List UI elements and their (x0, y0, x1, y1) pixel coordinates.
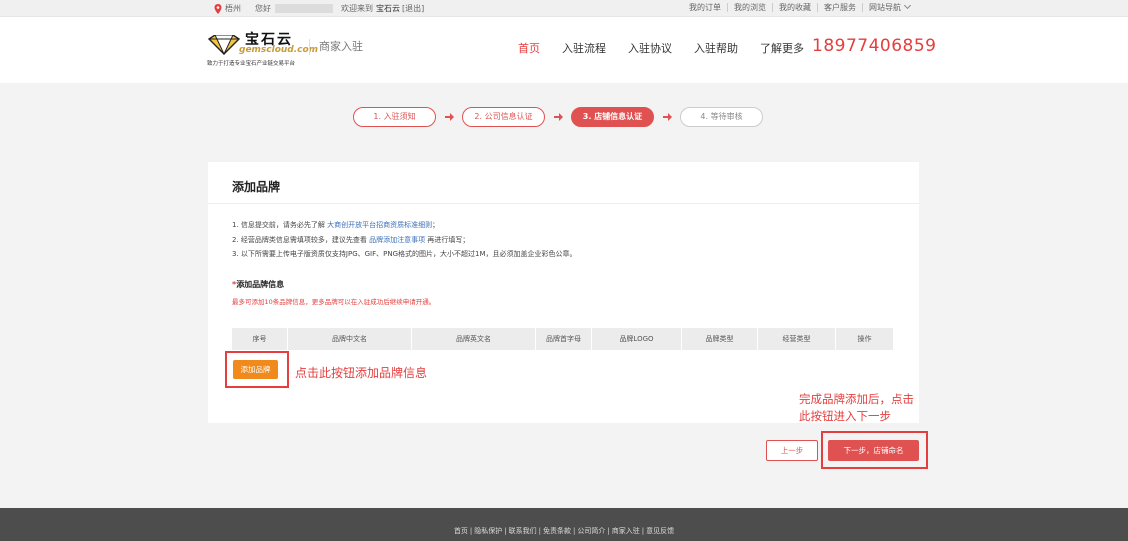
annotation-next-line1: 完成品牌添加后，点击 (799, 392, 914, 406)
footer-link-feedback[interactable]: 意见反馈 (646, 527, 674, 535)
username-blurred (275, 4, 333, 13)
step-2: 2. 公司信息认证 (462, 107, 545, 127)
header: 宝石云 gemscloud.com 致力于打造专业宝石产业链交易平台 商家入驻 … (0, 17, 1128, 83)
top-bar-left: 梧州 您好 欢迎来到 宝石云 [退出] (214, 3, 424, 14)
step-3-current: 3. 店铺信息认证 (571, 107, 654, 127)
note-1: 1. 信息提交前，请务必先了解 大商创开放平台招商资质标准细则； (232, 218, 577, 233)
divider (208, 203, 919, 204)
footer: 首页 | 隐私保护 | 联系我们 | 免责条款 | 公司简介 | 商家入驻 | 意见反馈 (0, 508, 1128, 541)
prev-step-button[interactable]: 上一步 (766, 440, 818, 461)
nav-help[interactable]: 入驻帮助 (694, 40, 738, 56)
note-3: 3. 以下所需要上传电子版资质仅支持JPG、GIF、PNG格式的图片，大小不超过… (232, 250, 577, 258)
main-nav: 首页 入驻流程 入驻协议 入驻帮助 了解更多 (518, 40, 826, 56)
site-logo[interactable]: 宝石云 gemscloud.com 致力于打造专业宝石产业链交易平台 (207, 29, 318, 71)
brand-form-card: 添加品牌 1. 信息提交前，请务必先了解 大商创开放平台招商资质标准细则； 2.… (208, 162, 919, 423)
card-title: 添加品牌 (232, 180, 281, 194)
step-1: 1. 入驻须知 (353, 107, 436, 127)
arrow-right-icon (545, 107, 571, 127)
merchant-join-title: 商家入驻 (309, 39, 363, 55)
footer-link-about[interactable]: 公司简介 (577, 527, 605, 535)
note-1-end: ； (432, 221, 440, 229)
annotation-frame-add (225, 351, 289, 388)
annotation-next-line2: 此按钮进入下一步 (799, 409, 891, 423)
col-brand-type: 品牌类型 (682, 328, 758, 350)
site-nav-label: 网站导航 (869, 3, 901, 12)
nav-more[interactable]: 了解更多 (760, 40, 804, 56)
logo-slogan: 致力于打造专业宝石产业链交易平台 (207, 61, 296, 67)
location-pin-icon (214, 3, 222, 14)
brand-notes-link[interactable]: 品牌添加注意事项 (369, 236, 425, 244)
standards-link[interactable]: 大商创开放平台招商资质标准细则 (327, 221, 432, 229)
col-actions: 操作 (857, 335, 872, 343)
note-2-end: 再进行填写； (427, 235, 470, 244)
note-1-text: 1. 信息提交前，请务必先了解 (232, 221, 325, 229)
my-orders-link[interactable]: 我的订单 (683, 3, 727, 12)
top-bar: 梧州 您好 欢迎来到 宝石云 [退出] 我的订单 我的浏览 我的收藏 客户服务 … (0, 0, 1128, 17)
logout-link[interactable]: [退出] (402, 3, 424, 14)
note-2: 2. 经营品牌类信息需填项较多，建议先查看 品牌添加注意事项 再进行填写； (232, 233, 577, 248)
instructions: 1. 信息提交前，请务必先了解 大商创开放平台招商资质标准细则； 2. 经营品牌… (232, 218, 577, 262)
footer-link-privacy[interactable]: 隐私保护 (474, 527, 502, 535)
my-favorites-link[interactable]: 我的收藏 (772, 3, 817, 12)
gem-logo-icon (207, 35, 241, 55)
hotline-phone: 18977406859 (812, 36, 937, 56)
footer-link-home[interactable]: 首页 (454, 527, 468, 535)
col-logo: 品牌LOGO (592, 328, 682, 350)
nav-home[interactable]: 首页 (518, 40, 540, 56)
nav-agreement[interactable]: 入驻协议 (628, 40, 672, 56)
arrow-right-icon (436, 107, 462, 127)
footer-link-disclaimer[interactable]: 免责条款 (543, 527, 571, 535)
hello-text: 您好 (255, 4, 271, 13)
section-label-text: 添加品牌信息 (236, 280, 285, 289)
top-bar-links: 我的订单 我的浏览 我的收藏 客户服务 网站导航 (683, 1, 916, 12)
progress-steps: 1. 入驻须知 2. 公司信息认证 3. 店铺信息认证 4. 等待审核 (353, 107, 763, 127)
chevron-down-icon (903, 1, 912, 10)
next-step-button[interactable]: 下一步，店铺命名 (828, 440, 919, 461)
col-index: 序号 (232, 328, 288, 350)
logo-domain: gemscloud.com (239, 45, 319, 55)
my-history-link[interactable]: 我的浏览 (727, 3, 772, 12)
site-nav-dropdown[interactable]: 网站导航 (862, 1, 916, 12)
footer-link-merchant[interactable]: 商家入驻 (612, 527, 640, 535)
site-name[interactable]: 宝石云 (376, 3, 400, 14)
welcome-text: 欢迎来到 (341, 4, 373, 13)
section-label: *添加品牌信息 (232, 279, 284, 290)
col-initial: 品牌首字母 (536, 328, 592, 350)
city-selector[interactable]: 梧州 (225, 3, 241, 14)
col-en-name: 品牌英文名 (412, 328, 536, 350)
step-4: 4. 等待审核 (680, 107, 763, 127)
brand-table-header: 序号 品牌中文名 品牌英文名 品牌首字母 品牌LOGO 品牌类型 经营类型 操作 (232, 328, 893, 350)
annotation-next-text: 完成品牌添加后，点击 此按钮进入下一步 (799, 391, 929, 425)
nav-process[interactable]: 入驻流程 (562, 40, 606, 56)
section-hint: 最多可添加10条品牌信息，更多品牌可以在入驻成功后继续申请开通。 (232, 298, 436, 306)
annotation-add-text: 点击此按钮添加品牌信息 (295, 366, 428, 380)
arrow-right-icon (654, 107, 680, 127)
col-cn-name: 品牌中文名 (288, 328, 412, 350)
note-2-text: 2. 经营品牌类信息需填项较多，建议先查看 (232, 235, 367, 244)
col-business-type: 经营类型 (758, 328, 836, 350)
customer-service-link[interactable]: 客户服务 (817, 3, 862, 12)
footer-link-contact[interactable]: 联系我们 (509, 527, 537, 535)
